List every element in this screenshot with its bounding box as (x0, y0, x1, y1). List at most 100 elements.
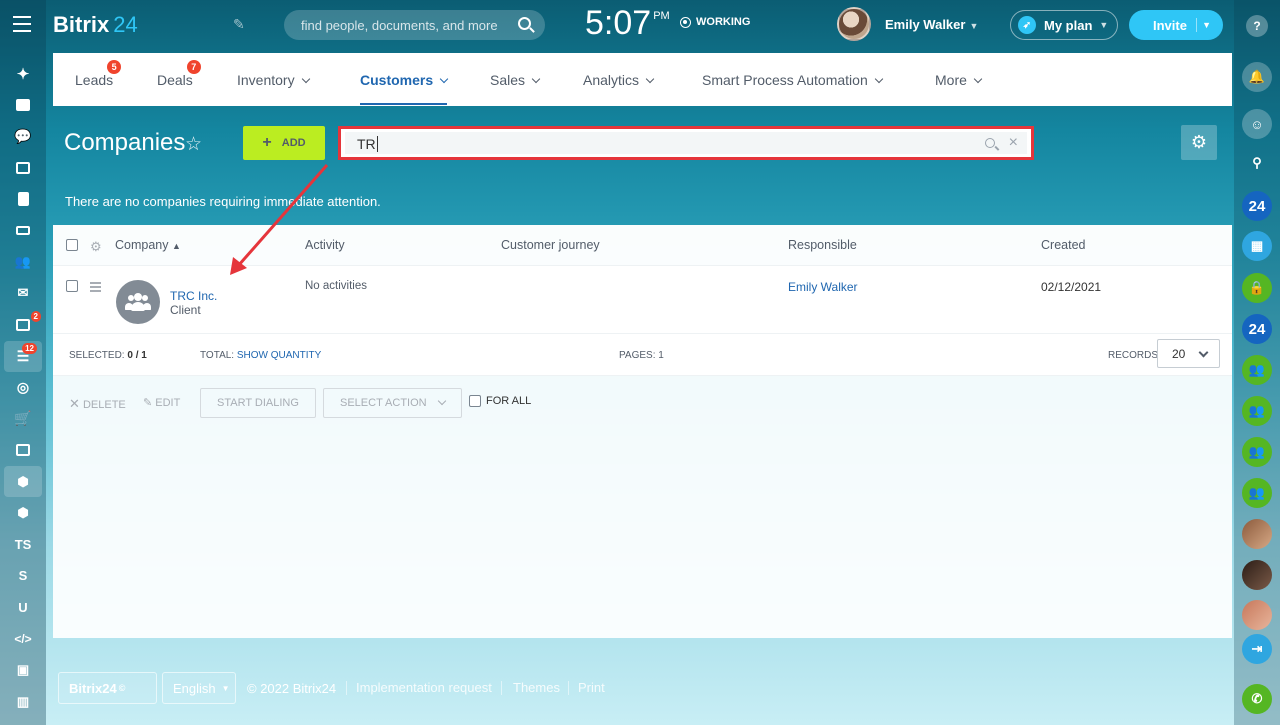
crm-tabs: Leads 5 Deals 7 Inventory Customers Sales … (53, 53, 1232, 106)
bell-icon[interactable]: 🔔 (1242, 62, 1272, 92)
print-link[interactable]: Print (578, 680, 605, 695)
tasks-badge: 2 (30, 311, 41, 323)
search-placeholder: find people, documents, and more (301, 18, 498, 33)
tab-smart-process-automation[interactable]: Smart Process Automation (702, 72, 883, 88)
column-company[interactable]: Company ▲ (115, 238, 181, 252)
select-all-checkbox[interactable] (66, 239, 78, 251)
tab-inventory[interactable]: Inventory (237, 72, 310, 88)
tab-customers[interactable]: Customers (360, 72, 449, 105)
tab-more[interactable]: More (935, 72, 983, 88)
tasks-icon[interactable]: 2 (0, 309, 46, 340)
calendar-icon[interactable] (0, 152, 46, 183)
target-icon[interactable]: ◎ (0, 372, 46, 403)
star-icon[interactable]: ☆ (185, 133, 202, 156)
delete-button[interactable]: ✕ DELETE (69, 396, 126, 412)
code-icon[interactable]: </> (0, 623, 46, 654)
search-icon[interactable] (985, 138, 995, 148)
group-chat2-icon[interactable]: 👥 (1242, 396, 1272, 426)
show-quantity-link[interactable]: SHOW QUANTITY (237, 350, 321, 361)
tab-sales[interactable]: Sales (490, 72, 541, 88)
user-avatar[interactable] (837, 7, 871, 41)
column-customer-journey[interactable]: Customer journey (501, 238, 600, 252)
chevron-down-icon (301, 74, 310, 84)
user-avatar-2[interactable] (1242, 560, 1272, 590)
group-chat3-icon[interactable]: 👥 (1242, 437, 1272, 467)
calendar-chat-icon[interactable]: ▦ (1242, 231, 1272, 261)
crm-icon[interactable]: ☰ 12 (4, 340, 42, 372)
plus-icon: + (262, 134, 272, 151)
phone-icon[interactable]: ✆ (1242, 684, 1272, 714)
drag-handle-icon[interactable] (90, 282, 101, 294)
clock[interactable]: 5:07 PM (585, 4, 670, 43)
drive-icon[interactable] (0, 215, 46, 246)
column-activity[interactable]: Activity (305, 238, 345, 252)
sidebar-item-s[interactable]: S (0, 560, 46, 591)
contact-card-icon[interactable] (0, 435, 46, 466)
feed-icon[interactable]: ✦ (0, 58, 46, 89)
messages-icon[interactable]: ☺ (1242, 109, 1272, 139)
lock-chat-icon[interactable]: 🔒 (1242, 273, 1272, 303)
search-icon[interactable]: ⚲ (1242, 148, 1272, 178)
work-status[interactable]: WORKING (680, 16, 750, 28)
right-sidebar: ? 🔔 ☺ ⚲ 24 ▦ 🔒 24 👥 👥 👥 👥 ⇥ ✆ (1234, 0, 1280, 725)
sidebar-item-ts[interactable]: TS (0, 529, 46, 560)
user-avatar-3[interactable] (1242, 600, 1272, 630)
user-menu[interactable]: Emily Walker ▼ (885, 17, 978, 32)
news-icon[interactable] (0, 89, 46, 120)
action-panel: ✕ DELETE ✎ EDIT START DIALING SELECT ACT… (53, 376, 1232, 436)
my-plan-button[interactable]: ➶ My plan ▼ (1010, 10, 1118, 40)
document-icon[interactable] (0, 184, 46, 215)
tab-deals[interactable]: Deals 7 (157, 60, 201, 88)
language-select[interactable]: English ▼ (162, 672, 236, 704)
company-name-link[interactable]: TRC Inc. (170, 289, 217, 303)
bitrix24-brand-button[interactable]: Bitrix24 © (58, 672, 157, 704)
implementation-request-link[interactable]: Implementation request (356, 680, 492, 695)
for-all-checkbox[interactable] (469, 395, 481, 407)
pencil-icon[interactable]: ✎ (233, 16, 245, 33)
records-per-page-select[interactable]: 20 (1157, 339, 1220, 368)
chevron-down-icon (645, 74, 655, 84)
table-row[interactable]: TRC Inc. Client No activities Emily Walk… (53, 266, 1232, 334)
select-action-dropdown[interactable]: SELECT ACTION (323, 388, 462, 418)
clear-icon[interactable]: × (1009, 134, 1018, 152)
robot-icon[interactable]: ▣ (0, 654, 46, 685)
row-checkbox[interactable] (66, 280, 78, 292)
sidebar-item-u[interactable]: U (0, 592, 46, 623)
chevron-down-icon (874, 74, 883, 84)
menu-icon[interactable] (13, 16, 31, 32)
mail-icon[interactable]: ✉ (0, 278, 46, 309)
bitrix24-chat2-icon[interactable]: 24 (1242, 314, 1272, 344)
themes-link[interactable]: Themes (513, 680, 560, 695)
gear-icon[interactable]: ⚙ (90, 239, 102, 255)
settings-button[interactable]: ⚙ (1181, 125, 1217, 160)
grid-footer: SELECTED: 0 / 1 TOTAL: SHOW QUANTITY PAG… (53, 334, 1232, 376)
global-search-input[interactable]: find people, documents, and more (284, 10, 545, 40)
column-created[interactable]: Created (1041, 238, 1085, 252)
group-chat4-icon[interactable]: 👥 (1242, 478, 1272, 508)
open-line-icon[interactable]: ⇥ (1242, 634, 1272, 664)
group-chat-icon[interactable]: 👥 (1242, 355, 1272, 385)
tab-leads[interactable]: Leads 5 (75, 60, 122, 88)
add-button[interactable]: + ADD (243, 126, 325, 160)
filter-search-input[interactable]: TR × (345, 132, 1027, 154)
cart-icon[interactable]: 🛒 (0, 403, 46, 434)
user-avatar-1[interactable] (1242, 519, 1272, 549)
invite-button[interactable]: Invite ▼ (1129, 10, 1223, 40)
box2-icon[interactable]: ⬢ (0, 497, 46, 528)
chat-icon[interactable]: 💬 (0, 121, 46, 152)
help-icon[interactable]: ? (1242, 11, 1272, 41)
tab-analytics[interactable]: Analytics (583, 72, 655, 88)
app-logo[interactable]: Bitrix 24 (53, 12, 138, 38)
for-all-toggle[interactable]: FOR ALL (469, 395, 531, 407)
responsible-link[interactable]: Emily Walker (788, 280, 858, 294)
filter-value: TR (357, 136, 376, 152)
column-responsible[interactable]: Responsible (788, 238, 857, 252)
apps-icon[interactable]: ▥ (0, 686, 46, 717)
edit-button[interactable]: ✎ EDIT (143, 396, 180, 409)
start-dialing-button[interactable]: START DIALING (200, 388, 316, 418)
copyright: © 2022 Bitrix24 (247, 681, 337, 696)
bitrix24-chat-icon[interactable]: 24 (1242, 191, 1272, 221)
selected-count: SELECTED: 0 / 1 (69, 350, 147, 361)
employees-icon[interactable]: 👥 (0, 246, 46, 277)
box-icon[interactable]: ⬢ (4, 466, 42, 498)
